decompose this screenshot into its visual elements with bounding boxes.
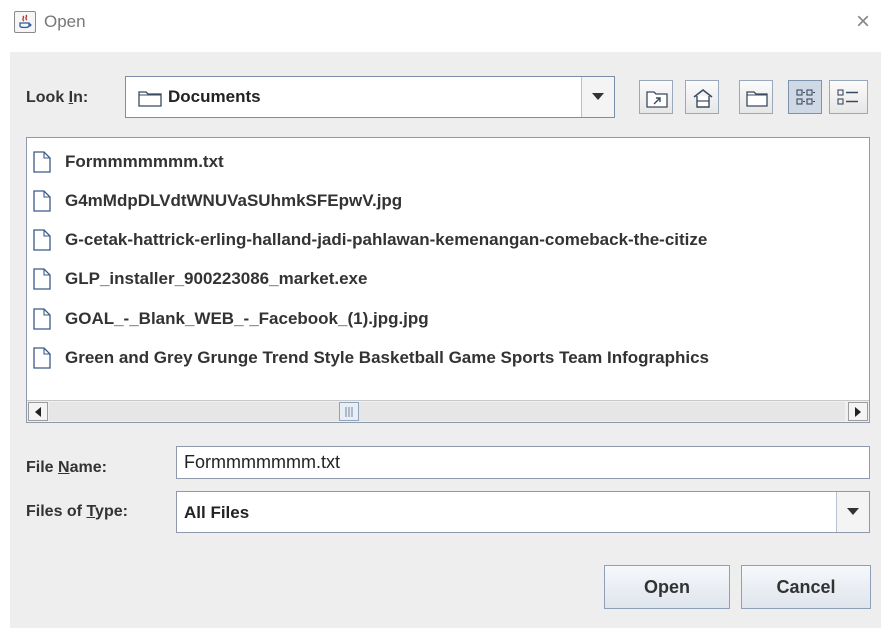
home-icon: [693, 89, 713, 108]
list-view-icon: [796, 89, 815, 105]
look-in-value: Documents: [168, 87, 261, 106]
list-view-button[interactable]: [788, 80, 822, 114]
file-icon: [33, 347, 51, 374]
folder-icon: [138, 89, 162, 112]
file-icon: [33, 229, 51, 256]
open-button[interactable]: Open: [604, 565, 730, 609]
details-view-button[interactable]: [829, 80, 868, 114]
close-icon[interactable]: ×: [850, 8, 876, 36]
file-name: GLP_installer_900223086_market.exe: [65, 269, 368, 288]
files-of-type-combo[interactable]: All Files: [176, 491, 870, 533]
details-view-icon: [837, 89, 858, 105]
file-name: G-cetak-hattrick-erling-halland-jadi-pah…: [65, 230, 708, 249]
chevron-down-icon[interactable]: [581, 77, 614, 117]
file-list[interactable]: Formmmmmmm.txt G4mMdpDLVdtWNUVaSUhmkSFEp…: [26, 137, 870, 423]
new-folder-icon: [746, 91, 768, 107]
files-of-type-value: All Files: [184, 503, 250, 522]
up-one-level-button[interactable]: [639, 80, 673, 114]
file-icon: [33, 268, 51, 295]
file-name: Formmmmmmm.txt: [65, 152, 224, 171]
scrollbar-thumb[interactable]: [339, 402, 359, 421]
window-title: Open: [44, 12, 86, 31]
title-bar: Open ×: [0, 0, 881, 48]
scroll-right-icon[interactable]: [848, 402, 868, 421]
files-of-type-label: Files of Type:: [26, 503, 128, 520]
file-icon: [33, 308, 51, 335]
create-new-folder-button[interactable]: [739, 80, 773, 114]
horizontal-scrollbar[interactable]: [27, 400, 869, 422]
java-app-icon: [14, 11, 36, 33]
home-button[interactable]: [685, 80, 719, 114]
file-icon: [33, 151, 51, 178]
chevron-down-icon[interactable]: [836, 492, 869, 532]
look-in-label: Look In:: [26, 89, 89, 106]
file-name: Green and Grey Grunge Trend Style Basket…: [65, 348, 709, 367]
scrollbar-track[interactable]: [49, 402, 845, 421]
file-icon: [33, 190, 51, 217]
file-name: GOAL_-_Blank_WEB_-_Facebook_(1).jpg.jpg: [65, 309, 429, 328]
cancel-button[interactable]: Cancel: [741, 565, 871, 609]
file-name-field[interactable]: Formmmmmmm.txt: [176, 446, 870, 479]
look-in-combo[interactable]: Documents: [125, 76, 615, 118]
file-name-label: File Name:: [26, 459, 107, 476]
scroll-left-icon[interactable]: [28, 402, 48, 421]
file-name: G4mMdpDLVdtWNUVaSUhmkSFEpwV.jpg: [65, 191, 403, 210]
up-folder-icon: [646, 91, 668, 108]
